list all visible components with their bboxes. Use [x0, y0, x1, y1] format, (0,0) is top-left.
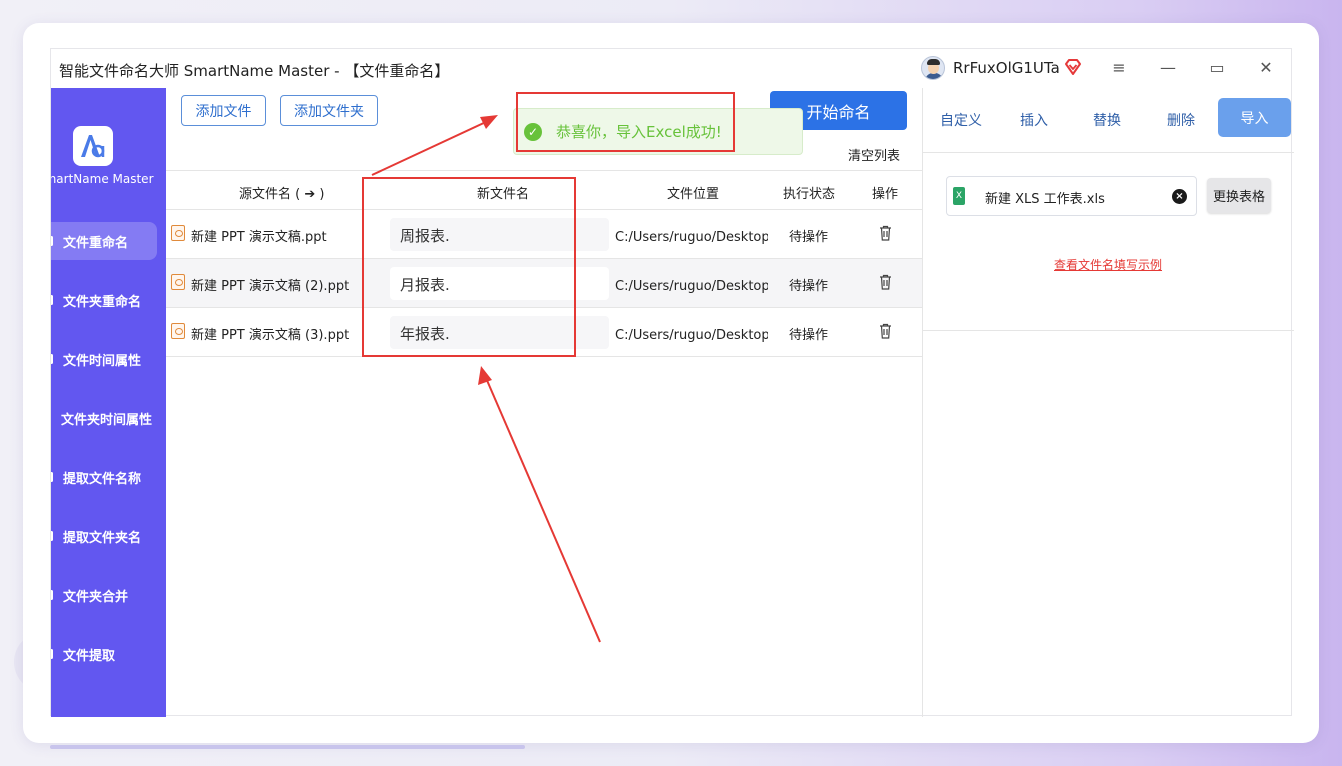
file-location: C:/Users/ruguo/Desktop/新	[615, 328, 768, 343]
source-file-name: 新建 PPT 演示文稿.ppt	[191, 230, 327, 245]
brand-name: SmartName Master	[51, 172, 154, 186]
sidebar-item-file-time[interactable]: 文件时间属性	[51, 340, 157, 378]
username[interactable]: RrFuxOlG1UTa	[953, 59, 1060, 77]
source-file-name: 新建 PPT 演示文稿 (3).ppt	[191, 328, 350, 343]
trash-icon[interactable]	[879, 225, 892, 241]
sidebar-item-label: 文件提取	[63, 648, 116, 664]
ppt-file-icon	[171, 323, 185, 339]
bullet-icon	[51, 590, 53, 600]
sidebar-item-label: 提取文件夹名	[63, 530, 142, 546]
status-text: 待操作	[789, 230, 829, 245]
add-folder-button[interactable]: 添加文件夹	[280, 95, 378, 126]
sidebar-item-label: 文件夹重命名	[63, 294, 142, 310]
minimize-icon[interactable]: —	[1154, 55, 1182, 81]
trash-icon[interactable]	[879, 274, 892, 290]
app-logo-icon	[73, 126, 113, 166]
bullet-icon	[51, 236, 53, 246]
filename-example-link[interactable]: 查看文件名填写示例	[1054, 256, 1162, 273]
close-icon[interactable]: ✕	[1252, 55, 1280, 81]
maximize-icon[interactable]: ▭	[1203, 55, 1231, 81]
bullet-icon	[51, 295, 53, 305]
sidebar-item-label: 文件重命名	[63, 235, 129, 251]
ppt-file-icon	[171, 274, 185, 290]
status-text: 待操作	[789, 328, 829, 343]
right-panel: 自定义 插入 替换 删除 导入 X 新建 XLS 工作表.xls × 更换表格 …	[922, 88, 1294, 717]
ppt-file-icon	[171, 225, 185, 241]
bullet-icon	[51, 354, 53, 364]
column-action: 操作	[872, 187, 899, 202]
horizontal-scrollbar[interactable]	[50, 745, 525, 749]
tab-custom[interactable]: 自定义	[940, 110, 982, 130]
excel-file-name: 新建 XLS 工作表.xls	[985, 192, 1105, 207]
excel-file-field[interactable]: X 新建 XLS 工作表.xls ×	[946, 176, 1197, 216]
sidebar-item-folder-rename[interactable]: 文件夹重命名	[51, 281, 157, 319]
status-text: 待操作	[789, 279, 829, 294]
add-file-button[interactable]: 添加文件	[181, 95, 266, 126]
sidebar-item-label: 提取文件名称	[63, 471, 142, 487]
tab-replace[interactable]: 替换	[1093, 110, 1121, 130]
tab-import[interactable]: 导入	[1218, 98, 1291, 137]
sidebar: SmartName Master 文件重命名 文件夹重命名 文件时间属性 文件夹…	[51, 88, 166, 717]
change-table-button[interactable]: 更换表格	[1207, 178, 1271, 213]
menu-icon[interactable]: ≡	[1105, 55, 1133, 81]
sidebar-item-extract-folder-names[interactable]: 提取文件夹名	[51, 517, 157, 555]
title-bar: 智能文件命名大师 SmartName Master - 【文件重命名】 RrFu…	[51, 49, 1291, 88]
column-status: 执行状态	[783, 187, 836, 202]
tab-delete[interactable]: 删除	[1167, 110, 1195, 130]
sidebar-item-extract-file-names[interactable]: 提取文件名称	[51, 458, 157, 496]
window-title: 智能文件命名大师 SmartName Master - 【文件重命名】	[59, 62, 450, 80]
file-location: C:/Users/ruguo/Desktop/新	[615, 279, 768, 294]
clear-file-icon[interactable]: ×	[1172, 189, 1187, 204]
user-avatar-icon[interactable]	[921, 56, 945, 80]
annotation-box-new-names	[362, 177, 576, 357]
bullet-icon	[51, 649, 53, 659]
column-location: 文件位置	[667, 187, 720, 202]
sidebar-item-file-extract[interactable]: 文件提取	[51, 635, 157, 673]
sidebar-item-label: 文件夹时间属性	[61, 412, 153, 428]
sidebar-item-folder-time[interactable]: 文件夹时间属性	[51, 399, 157, 437]
excel-file-icon: X	[953, 187, 965, 205]
annotation-box-toast	[516, 92, 735, 152]
sidebar-item-label: 文件夹合并	[63, 589, 129, 605]
bullet-icon	[51, 531, 53, 541]
trash-icon[interactable]	[879, 323, 892, 339]
sidebar-item-label: 文件时间属性	[63, 353, 142, 369]
bullet-icon	[51, 472, 53, 482]
vip-diamond-icon[interactable]	[1063, 57, 1083, 77]
divider	[923, 330, 1294, 331]
tab-insert[interactable]: 插入	[1020, 110, 1048, 130]
sidebar-item-file-rename[interactable]: 文件重命名	[51, 222, 157, 260]
file-location: C:/Users/ruguo/Desktop/新	[615, 230, 768, 245]
clear-list-button[interactable]: 清空列表	[848, 145, 900, 164]
source-file-name: 新建 PPT 演示文稿 (2).ppt	[191, 279, 350, 294]
sidebar-item-folder-merge[interactable]: 文件夹合并	[51, 576, 157, 614]
column-source-name[interactable]: 源文件名 ( ➔ )	[239, 183, 324, 202]
divider	[923, 152, 1294, 153]
